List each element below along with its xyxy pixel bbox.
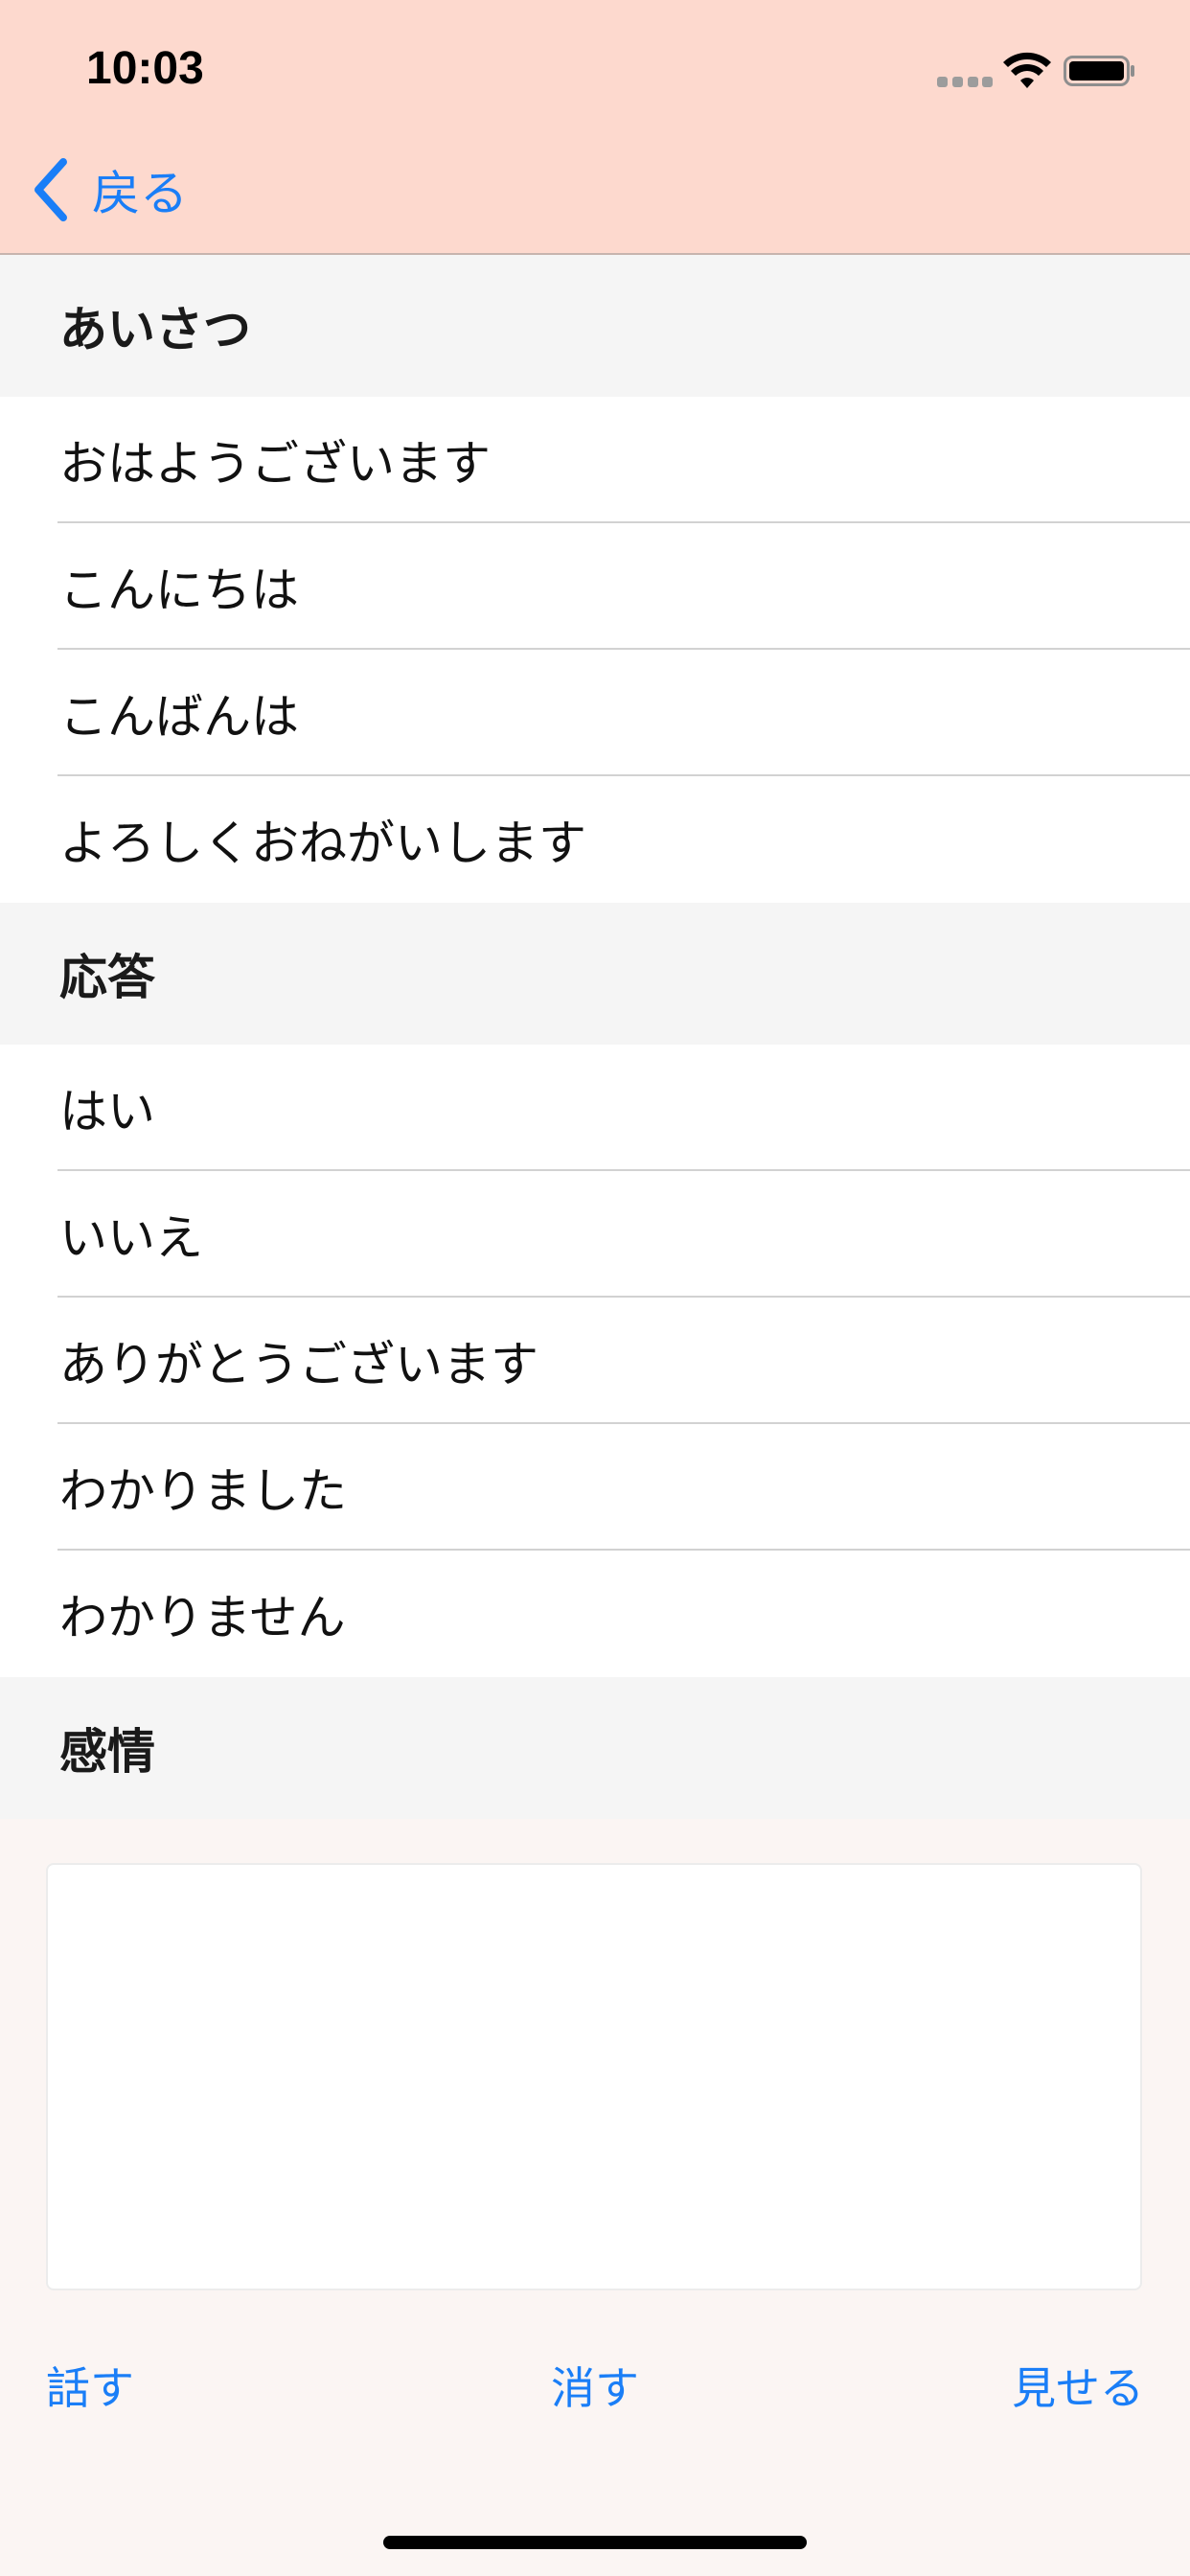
list-item[interactable]: わかりません — [0, 1551, 1190, 1677]
section-header-emotions: 感情 — [0, 1677, 1190, 1819]
message-text-area[interactable] — [46, 1863, 1142, 2290]
section-header-responses: 応答 — [0, 903, 1190, 1045]
list-item[interactable]: おはようございます — [0, 397, 1190, 523]
battery-icon — [1064, 56, 1134, 86]
wifi-icon — [1003, 52, 1051, 88]
phrase-list: あいさつ おはようございます こんにちは こんばんは よろしくおねがいします 応… — [0, 255, 1190, 1819]
speak-button[interactable]: 話す — [46, 2354, 134, 2417]
list-item[interactable]: こんばんは — [0, 650, 1190, 776]
home-indicator — [383, 2536, 807, 2549]
back-button[interactable]: 戻る — [33, 153, 188, 226]
list-item[interactable]: よろしくおねがいします — [0, 776, 1190, 903]
list-item[interactable]: はい — [0, 1045, 1190, 1171]
status-time: 10:03 — [86, 43, 204, 94]
list-item[interactable]: ありがとうございます — [0, 1298, 1190, 1424]
back-label: 戻る — [92, 166, 188, 221]
list-item[interactable]: いいえ — [0, 1171, 1190, 1298]
list-item[interactable]: こんにちは — [0, 523, 1190, 650]
navigation-header: 10:03 戻る — [0, 0, 1190, 255]
clear-button[interactable]: 消す — [551, 2354, 639, 2417]
list-item[interactable]: わかりました — [0, 1424, 1190, 1551]
section-header-greetings: あいさつ — [0, 255, 1190, 397]
signal-dots-icon — [937, 77, 993, 88]
show-button[interactable]: 見せる — [1012, 2354, 1144, 2417]
chevron-left-icon — [34, 158, 67, 221]
